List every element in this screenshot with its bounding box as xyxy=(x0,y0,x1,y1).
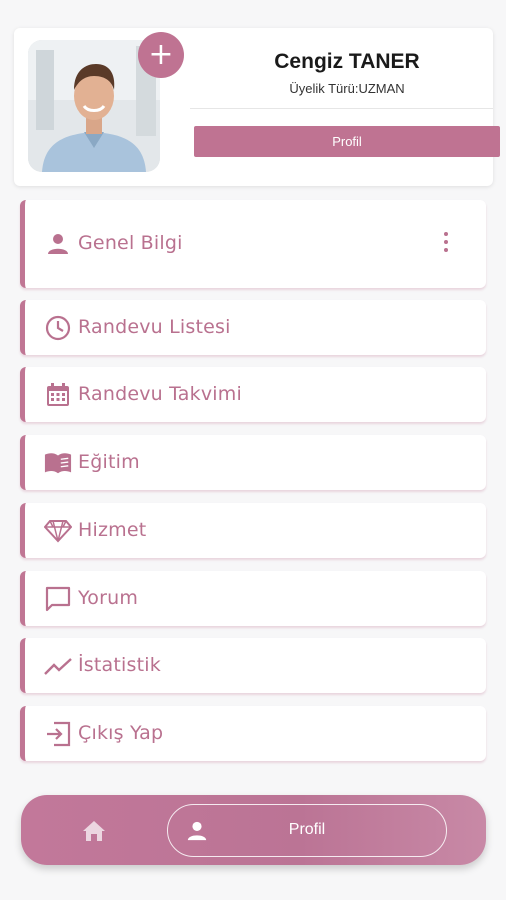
bottom-navigation: Profil xyxy=(21,795,486,865)
add-photo-button[interactable]: + xyxy=(138,32,184,78)
logout-icon xyxy=(44,720,72,748)
menu-label: Yorum xyxy=(78,586,139,609)
tab-profile[interactable]: Profil xyxy=(167,804,447,857)
menu-item-yorum[interactable]: Yorum xyxy=(20,571,486,626)
menu-item-hizmet[interactable]: Hizmet xyxy=(20,503,486,558)
menu-label: Eğitim xyxy=(78,450,140,473)
menu-label: Çıkış Yap xyxy=(78,721,164,744)
user-name: Cengiz TANER xyxy=(274,50,420,73)
profile-button[interactable]: Profil xyxy=(194,126,500,157)
menu-item-cikis-yap[interactable]: Çıkış Yap xyxy=(20,706,486,761)
tab-label: Profil xyxy=(288,821,326,838)
menu-label: Hizmet xyxy=(78,518,147,541)
menu-item-randevu-listesi[interactable]: Randevu Listesi xyxy=(20,300,486,355)
divider xyxy=(190,108,493,109)
menu-item-istatistik[interactable]: İstatistik xyxy=(20,638,486,693)
clock-icon xyxy=(44,314,72,342)
diamond-icon xyxy=(44,517,72,545)
menu-item-genel-bilgi[interactable]: Genel Bilgi xyxy=(20,200,486,288)
person-icon xyxy=(44,230,72,258)
menu-label: Genel Bilgi xyxy=(78,232,183,254)
plus-icon: + xyxy=(148,37,174,72)
calendar-icon xyxy=(44,381,72,409)
chart-icon xyxy=(44,652,72,680)
home-icon[interactable] xyxy=(81,819,107,843)
membership-type: Üyelik Türü:UZMAN xyxy=(289,81,405,96)
profile-card: + Cengiz TANER Üyelik Türü:UZMAN Profil xyxy=(14,28,500,186)
menu-label: Randevu Takvimi xyxy=(78,382,242,405)
menu-label: İstatistik xyxy=(78,653,161,676)
more-options-icon[interactable] xyxy=(442,232,450,258)
comment-icon xyxy=(44,585,72,613)
menu-label: Randevu Listesi xyxy=(78,315,231,338)
menu-item-egitim[interactable]: Eğitim xyxy=(20,435,486,490)
book-icon xyxy=(44,449,72,477)
menu-item-randevu-takvimi[interactable]: Randevu Takvimi xyxy=(20,367,486,422)
